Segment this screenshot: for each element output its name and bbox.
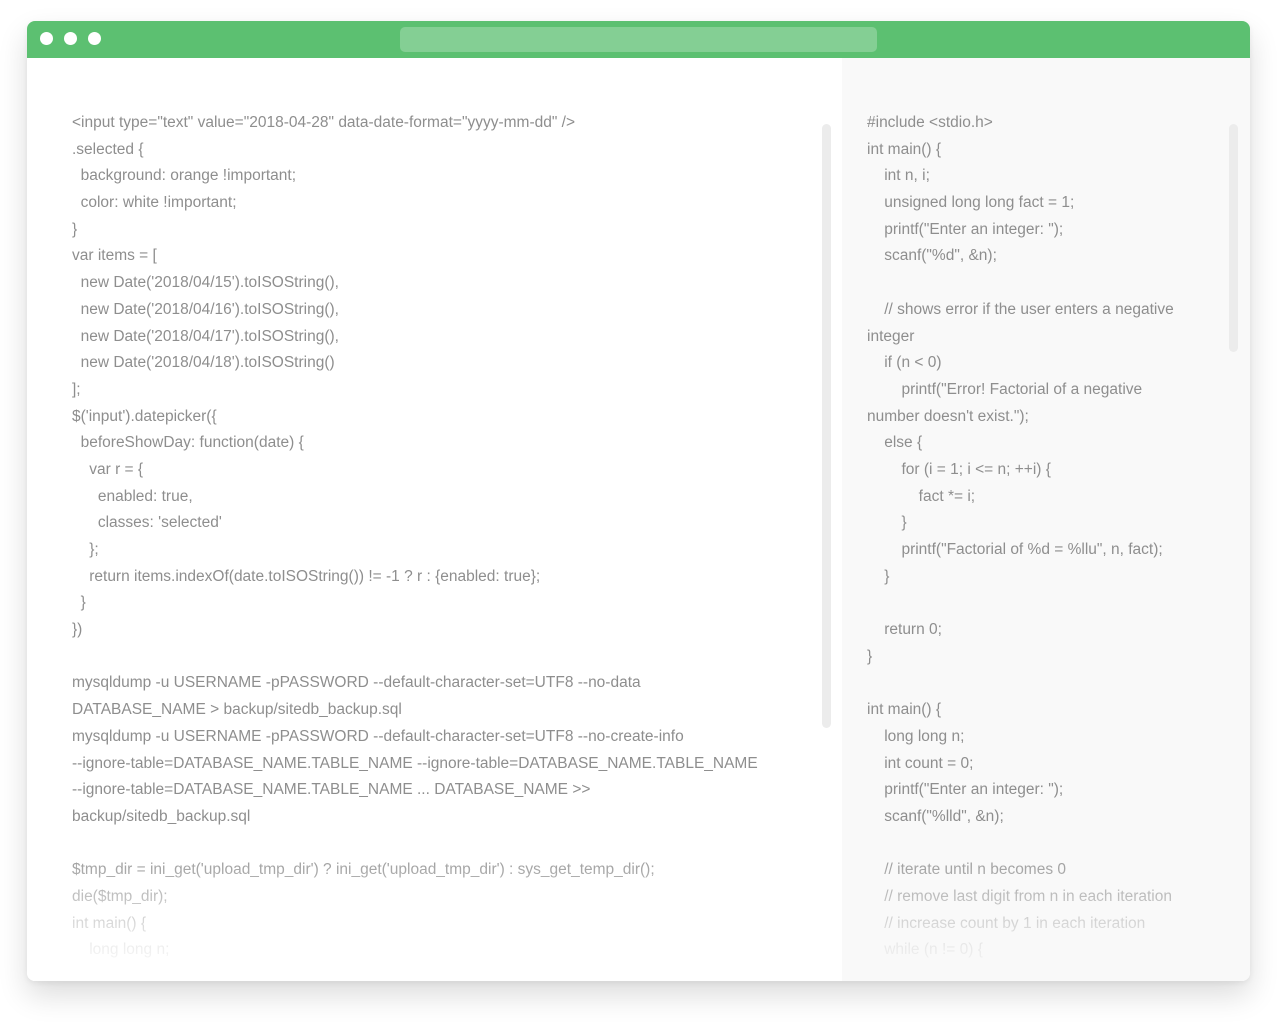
code-line: long long n; xyxy=(72,941,170,959)
code-line: } xyxy=(867,567,890,585)
code-line: int main() { xyxy=(867,701,942,719)
code-line: int n, i; xyxy=(867,167,930,185)
code-line: classes: 'selected' xyxy=(72,514,222,532)
code-line: int main() { xyxy=(867,140,942,158)
code-line: int main() { xyxy=(72,914,147,932)
code-line: }; xyxy=(72,541,99,558)
code-line: --ignore-table=DATABASE_NAME.TABLE_NAME … xyxy=(72,781,591,799)
code-editor-right[interactable]: #include <stdio.h> int main() { int n, i;… xyxy=(842,58,1250,981)
code-line: new Date('2018/04/17').toISOString(), xyxy=(72,327,339,345)
code-line: for (i = 1; i <= n; ++i) { xyxy=(867,460,1051,478)
code-line: #include <stdio.h> xyxy=(867,114,993,131)
code-line: new Date('2018/04/15').toISOString(), xyxy=(72,274,339,292)
code-line: while (n != 0) { xyxy=(867,941,983,959)
scrollbar-left[interactable] xyxy=(822,124,831,728)
code-line: DATABASE_NAME > backup/sitedb_backup.sql xyxy=(72,701,402,719)
code-line: enabled: true, xyxy=(72,487,193,505)
code-line: scanf("%lld", &n); xyxy=(867,807,1004,825)
code-block-right[interactable]: #include <stdio.h> int main() { int n, i;… xyxy=(867,110,1174,964)
code-line: } xyxy=(867,647,873,665)
code-line: number doesn't exist."); xyxy=(867,407,1029,425)
code-line: backup/sitedb_backup.sql xyxy=(72,807,251,825)
code-line: printf("Enter an integer: "); xyxy=(867,781,1064,799)
code-line: int count = 0; xyxy=(867,754,974,772)
code-line: new Date('2018/04/18').toISOString() xyxy=(72,354,335,372)
code-line: scanf("%d", &n); xyxy=(867,247,997,265)
code-line: else { xyxy=(867,434,923,452)
browser-window: <input type="text" value="2018-04-28" da… xyxy=(27,21,1250,981)
title-bar xyxy=(27,21,1250,58)
code-line: }) xyxy=(72,621,83,639)
address-bar[interactable] xyxy=(400,27,877,52)
code-line: --ignore-table=DATABASE_NAME.TABLE_NAME … xyxy=(72,754,758,772)
code-line: if (n < 0) xyxy=(867,354,942,372)
code-block-left[interactable]: <input type="text" value="2018-04-28" da… xyxy=(72,110,758,964)
code-line: } xyxy=(867,514,907,532)
code-line: $('input').datepicker({ xyxy=(72,407,217,425)
code-line: mysqldump -u USERNAME -pPASSWORD --defau… xyxy=(72,727,684,745)
code-line: } xyxy=(72,220,78,238)
code-line: die($tmp_dir); xyxy=(72,887,168,905)
code-line: } xyxy=(72,594,86,612)
code-editor-left[interactable]: <input type="text" value="2018-04-28" da… xyxy=(27,58,842,981)
code-line: background: orange !important; xyxy=(72,167,297,185)
code-line: unsigned long long fact = 1; xyxy=(867,194,1075,212)
code-line: // iterate until n becomes 0 xyxy=(867,861,1067,879)
code-line: color: white !important; xyxy=(72,194,237,212)
code-line: // increase count by 1 in each iteration xyxy=(867,914,1146,932)
code-line: var r = { xyxy=(72,460,144,478)
minimize-window-dot[interactable] xyxy=(64,32,77,45)
code-line: fact *= i; xyxy=(867,487,976,505)
code-line: $tmp_dir = ini_get('upload_tmp_dir') ? i… xyxy=(72,861,655,879)
code-line: <input type="text" value="2018-04-28" da… xyxy=(72,114,576,131)
close-window-dot[interactable] xyxy=(40,32,53,45)
code-line: printf("Factorial of %d = %llu", n, fact… xyxy=(867,541,1163,558)
code-line: printf("Error! Factorial of a negative xyxy=(867,380,1143,398)
code-line: printf("Enter an integer: "); xyxy=(867,220,1064,238)
code-line: // remove last digit from n in each iter… xyxy=(867,887,1172,905)
code-line: ]; xyxy=(72,380,81,398)
scrollbar-right[interactable] xyxy=(1229,124,1238,352)
code-line: new Date('2018/04/16').toISOString(), xyxy=(72,300,339,318)
code-line: beforeShowDay: function(date) { xyxy=(72,434,304,452)
code-line: // shows error if the user enters a nega… xyxy=(867,300,1174,318)
code-line: .selected { xyxy=(72,140,144,158)
code-line: long long n; xyxy=(867,727,965,745)
code-line: mysqldump -u USERNAME -pPASSWORD --defau… xyxy=(72,674,641,692)
code-line: integer xyxy=(867,327,915,345)
maximize-window-dot[interactable] xyxy=(88,32,101,45)
code-line: var items = [ xyxy=(72,247,157,265)
code-line: return 0; xyxy=(867,621,942,639)
code-line: return items.indexOf(date.toISOString())… xyxy=(72,567,541,585)
